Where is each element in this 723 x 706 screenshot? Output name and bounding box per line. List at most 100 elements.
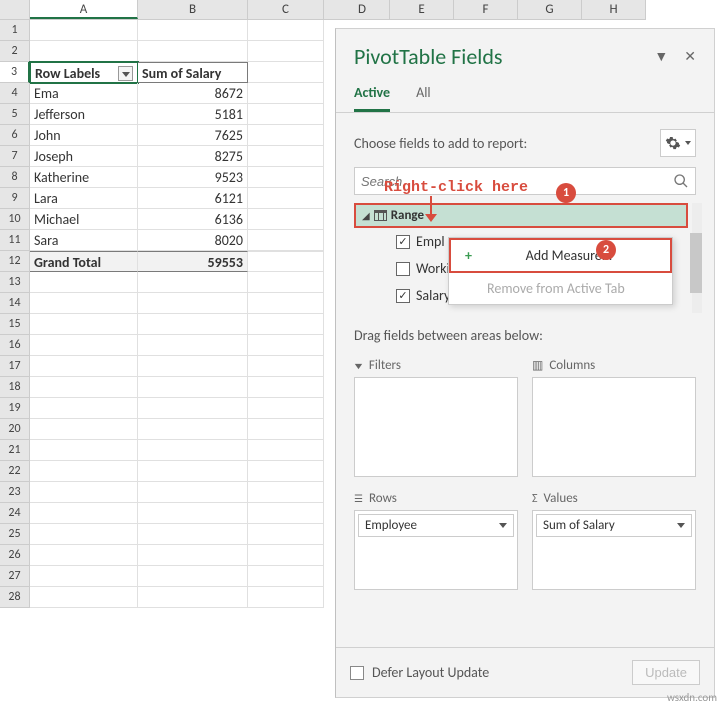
- cell[interactable]: [30, 419, 138, 440]
- row-header[interactable]: 22: [0, 461, 30, 482]
- cell[interactable]: [138, 377, 248, 398]
- cell[interactable]: [30, 524, 138, 545]
- cell[interactable]: [248, 482, 324, 503]
- cell[interactable]: [248, 440, 324, 461]
- cell[interactable]: [30, 293, 138, 314]
- row-header[interactable]: 16: [0, 335, 30, 356]
- cell[interactable]: Jefferson: [30, 104, 138, 125]
- cell[interactable]: [248, 251, 324, 272]
- row-header[interactable]: 9: [0, 188, 30, 209]
- tools-dropdown-button[interactable]: [660, 129, 696, 157]
- cell[interactable]: [30, 356, 138, 377]
- cell[interactable]: [248, 20, 324, 41]
- row-header[interactable]: 4: [0, 83, 30, 104]
- cell[interactable]: [138, 272, 248, 293]
- cell[interactable]: [248, 188, 324, 209]
- cell[interactable]: 6136: [138, 209, 248, 230]
- cell[interactable]: Lara: [30, 188, 138, 209]
- cell[interactable]: [138, 419, 248, 440]
- row-header[interactable]: 6: [0, 125, 30, 146]
- row-header[interactable]: 27: [0, 566, 30, 587]
- cell[interactable]: [138, 293, 248, 314]
- row-header[interactable]: 12: [0, 251, 30, 272]
- filter-dropdown-icon[interactable]: [118, 66, 133, 81]
- cell[interactable]: [248, 83, 324, 104]
- checkbox-checked-icon[interactable]: [396, 289, 410, 303]
- cell[interactable]: [248, 461, 324, 482]
- cell[interactable]: [30, 461, 138, 482]
- cell[interactable]: [248, 314, 324, 335]
- update-button[interactable]: Update: [632, 660, 700, 685]
- cell[interactable]: 7625: [138, 125, 248, 146]
- cell[interactable]: [248, 230, 324, 251]
- cell-grand-total-value[interactable]: 59553: [138, 251, 248, 272]
- rows-drop-area[interactable]: Employee: [354, 510, 518, 590]
- row-header[interactable]: 2: [0, 41, 30, 62]
- cell[interactable]: 8275: [138, 146, 248, 167]
- col-header-C[interactable]: C: [248, 0, 324, 19]
- cell[interactable]: [248, 377, 324, 398]
- cell[interactable]: [248, 566, 324, 587]
- row-header[interactable]: 13: [0, 272, 30, 293]
- field-table-range[interactable]: ◢ Range: [354, 203, 688, 228]
- col-header-D[interactable]: D: [335, 0, 390, 19]
- cell[interactable]: [30, 545, 138, 566]
- cell[interactable]: [138, 545, 248, 566]
- cell[interactable]: [138, 524, 248, 545]
- cell-grand-total-label[interactable]: Grand Total: [30, 251, 138, 272]
- row-header[interactable]: 28: [0, 587, 30, 608]
- row-header[interactable]: 25: [0, 524, 30, 545]
- cell[interactable]: [30, 41, 138, 62]
- cell[interactable]: [30, 20, 138, 41]
- col-header-A[interactable]: A: [30, 0, 138, 19]
- col-header-H[interactable]: H: [582, 0, 646, 19]
- cell[interactable]: [248, 62, 324, 83]
- row-header[interactable]: 3: [0, 62, 30, 83]
- cell[interactable]: John: [30, 125, 138, 146]
- cell[interactable]: [30, 503, 138, 524]
- defer-checkbox[interactable]: [350, 666, 364, 680]
- cell[interactable]: [30, 440, 138, 461]
- close-icon[interactable]: ✕: [684, 48, 696, 65]
- cell[interactable]: [138, 398, 248, 419]
- cell[interactable]: [248, 209, 324, 230]
- tab-active[interactable]: Active: [354, 76, 390, 112]
- columns-drop-area[interactable]: [532, 377, 696, 477]
- cell[interactable]: [138, 440, 248, 461]
- cell[interactable]: Sara: [30, 230, 138, 251]
- cell[interactable]: 5181: [138, 104, 248, 125]
- col-header-E[interactable]: E: [390, 0, 454, 19]
- cell[interactable]: [138, 314, 248, 335]
- cell[interactable]: [248, 335, 324, 356]
- row-header[interactable]: 8: [0, 167, 30, 188]
- row-header[interactable]: 20: [0, 419, 30, 440]
- cell[interactable]: [30, 587, 138, 608]
- row-header[interactable]: 15: [0, 314, 30, 335]
- cell[interactable]: [248, 587, 324, 608]
- cell[interactable]: [248, 167, 324, 188]
- search-box[interactable]: [354, 167, 696, 195]
- cell-row-labels-header[interactable]: Row Labels: [30, 62, 138, 83]
- values-drop-area[interactable]: Sum of Salary: [532, 510, 696, 590]
- cell-sum-header[interactable]: Sum of Salary: [138, 62, 248, 83]
- pane-options-icon[interactable]: ▼: [654, 48, 668, 65]
- row-header[interactable]: 18: [0, 377, 30, 398]
- cell[interactable]: [30, 566, 138, 587]
- row-header[interactable]: 23: [0, 482, 30, 503]
- checkbox-checked-icon[interactable]: [396, 235, 410, 249]
- cell[interactable]: [138, 566, 248, 587]
- row-header[interactable]: 17: [0, 356, 30, 377]
- values-field-salary[interactable]: Sum of Salary: [536, 514, 692, 537]
- cell[interactable]: [30, 335, 138, 356]
- cell[interactable]: [138, 41, 248, 62]
- filters-drop-area[interactable]: [354, 377, 518, 477]
- scrollbar-thumb[interactable]: [690, 233, 702, 293]
- row-header[interactable]: 24: [0, 503, 30, 524]
- cell[interactable]: 8020: [138, 230, 248, 251]
- row-header[interactable]: 11: [0, 230, 30, 251]
- col-header-F[interactable]: F: [454, 0, 518, 19]
- cell[interactable]: 6121: [138, 188, 248, 209]
- cell[interactable]: [248, 41, 324, 62]
- row-header[interactable]: 21: [0, 440, 30, 461]
- cell[interactable]: [138, 503, 248, 524]
